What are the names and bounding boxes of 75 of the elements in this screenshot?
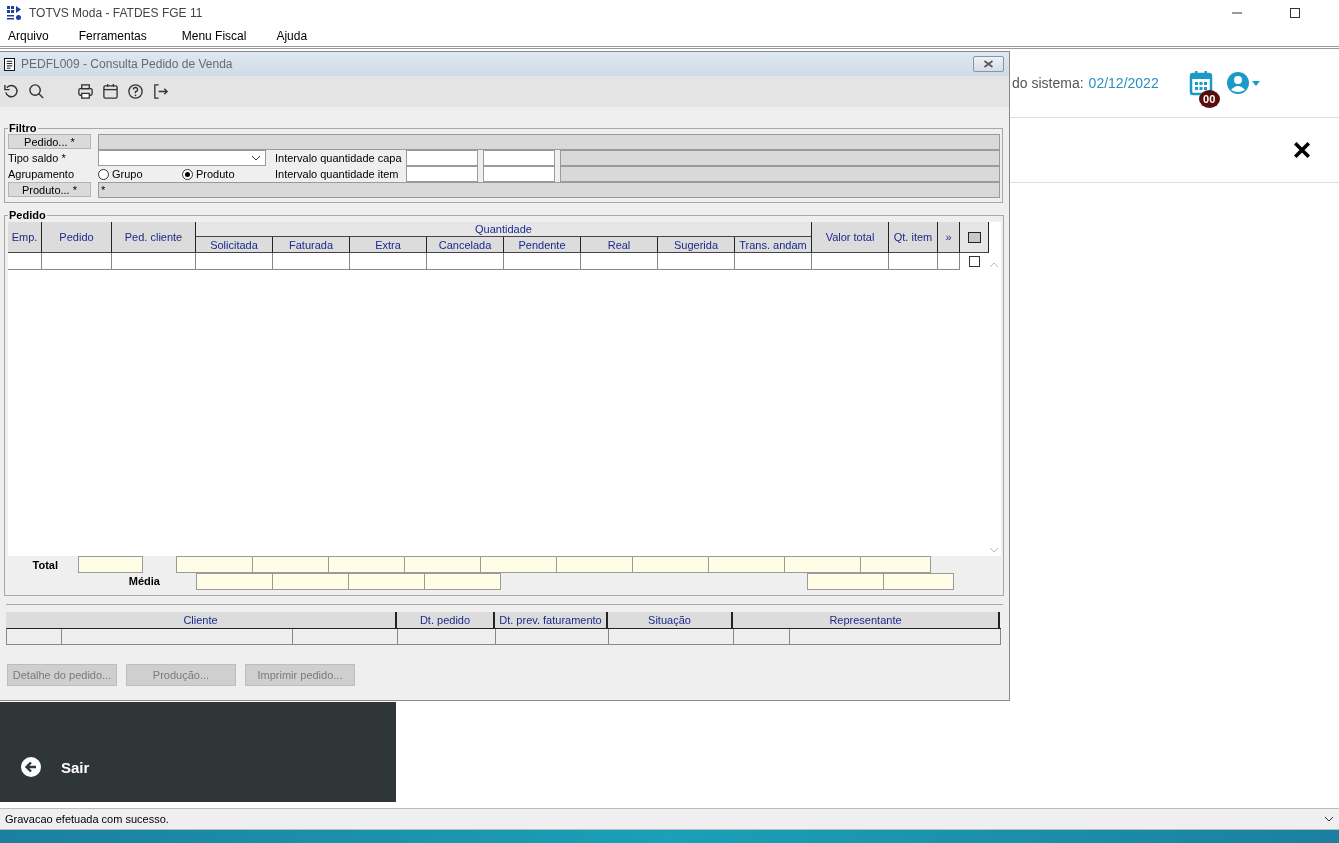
- total-cell: [860, 556, 931, 573]
- menu-item[interactable]: Ferramentas: [78, 28, 147, 43]
- column-header[interactable]: Ped. cliente: [112, 222, 196, 253]
- window-title: PEDFL009 - Consulta Pedido de Venda: [21, 57, 233, 71]
- total-label: Total: [31, 558, 59, 573]
- column-header[interactable]: Pendente: [504, 237, 581, 253]
- column-header[interactable]: Trans. andam: [735, 237, 812, 253]
- chevron-down-icon: [251, 155, 261, 161]
- exit-link[interactable]: Sair: [61, 758, 90, 776]
- menu-item[interactable]: Arquivo: [8, 28, 49, 43]
- radio-option[interactable]: Grupo: [98, 166, 182, 182]
- column-group-header: Quantidade: [196, 222, 812, 237]
- column-header[interactable]: Cancelada: [427, 237, 504, 253]
- maximize-icon[interactable]: [1289, 6, 1301, 19]
- chevron-down-icon[interactable]: [1324, 816, 1334, 822]
- table-cell: [938, 253, 960, 270]
- radio-option[interactable]: Produto: [182, 166, 266, 182]
- column-header[interactable]: Solicitada: [196, 237, 273, 253]
- field-label: Intervalo quantidade capa: [275, 151, 403, 166]
- column-header[interactable]: Representante: [733, 612, 1000, 628]
- menu-item[interactable]: Menu Fiscal: [181, 28, 247, 43]
- field-label: Tipo saldo *: [8, 151, 67, 166]
- average-label: Média: [127, 574, 160, 589]
- menu-item[interactable]: Ajuda: [276, 28, 308, 43]
- produto-field: *: [98, 182, 1000, 198]
- column-header[interactable]: »: [938, 222, 960, 253]
- input-field[interactable]: [406, 166, 478, 182]
- column-header[interactable]: Sugerida: [658, 237, 735, 253]
- caret-icon[interactable]: [1251, 80, 1260, 86]
- system-date: 02/12/2022: [1088, 75, 1159, 91]
- user-icon[interactable]: [1225, 71, 1250, 95]
- row-checkbox[interactable]: [969, 256, 980, 267]
- calendar-icon[interactable]: [1188, 70, 1213, 96]
- pedido-button[interactable]: Pedido... *: [8, 134, 91, 149]
- column-header[interactable]: Extra: [350, 237, 427, 253]
- undo-icon[interactable]: [3, 83, 20, 100]
- column-header[interactable]: Situação: [608, 612, 733, 628]
- select-all-icon[interactable]: [967, 231, 981, 243]
- column-header[interactable]: Emp.: [8, 222, 42, 253]
- table-cell: [42, 253, 112, 270]
- column-header[interactable]: Pedido: [42, 222, 112, 253]
- column-header[interactable]: Cliente: [6, 612, 397, 628]
- field-label: Agrupamento: [8, 167, 76, 182]
- print-icon[interactable]: [77, 83, 94, 100]
- field-label: Intervalo quantidade item: [275, 167, 400, 182]
- column-header[interactable]: Real: [581, 237, 658, 253]
- notification-badge: 00: [1198, 90, 1220, 108]
- search-icon[interactable]: [28, 83, 45, 100]
- table-cell: [889, 253, 938, 270]
- close-icon: [983, 60, 994, 68]
- column-header[interactable]: Qt. item: [889, 222, 938, 253]
- average-cell: [883, 573, 954, 590]
- input-field[interactable]: [483, 150, 555, 166]
- produto-button[interactable]: Produto... *: [8, 182, 91, 197]
- help-icon[interactable]: [127, 83, 144, 100]
- column-header[interactable]: Faturada: [273, 237, 350, 253]
- document-icon: [4, 57, 15, 71]
- table-cell: [8, 253, 42, 270]
- column-header[interactable]: Dt. prev. faturamento: [495, 612, 608, 628]
- close-button[interactable]: [973, 56, 1004, 72]
- input-field[interactable]: [406, 150, 478, 166]
- input-field[interactable]: [483, 166, 555, 182]
- close-icon[interactable]: [1293, 141, 1311, 159]
- exit-icon[interactable]: [152, 83, 169, 100]
- group-title: Filtro: [8, 122, 38, 134]
- column-header[interactable]: Dt. pedido: [397, 612, 495, 628]
- group-title: Pedido: [8, 209, 47, 221]
- app-title: TOTVS Moda - FATDES FGE 11: [29, 5, 203, 20]
- calendar-icon[interactable]: [102, 83, 119, 100]
- status-message: Gravacao efetuada com sucesso.: [5, 813, 170, 825]
- system-date-label: do sistema:: [1012, 75, 1084, 91]
- tipo-saldo-dropdown[interactable]: [98, 150, 266, 166]
- column-header[interactable]: Valor total: [812, 222, 889, 253]
- total-field: [78, 556, 143, 573]
- app-icon: [6, 4, 22, 21]
